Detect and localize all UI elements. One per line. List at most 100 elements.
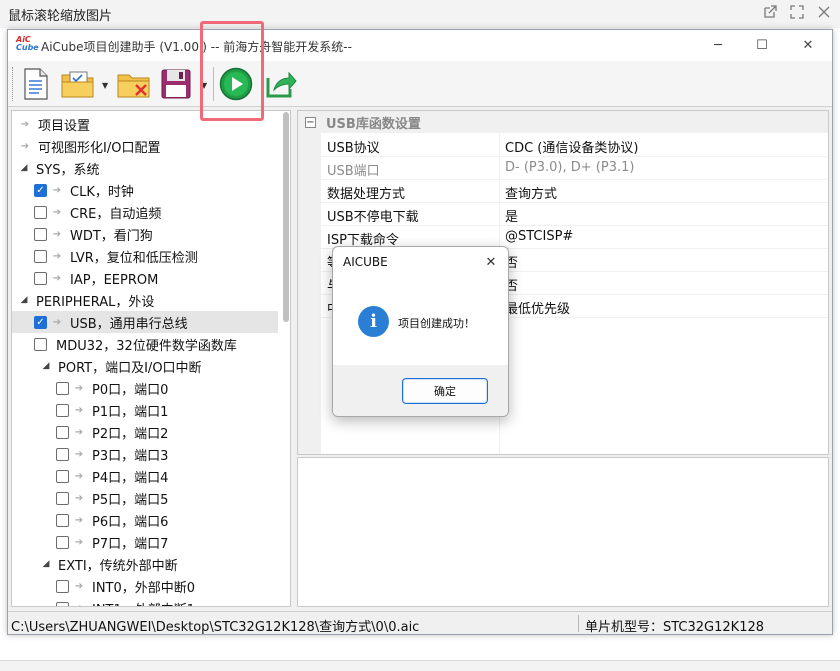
export-share-icon[interactable] bbox=[263, 66, 299, 102]
checkbox[interactable] bbox=[34, 271, 47, 285]
toolbar-grip[interactable] bbox=[12, 67, 15, 101]
tree-item[interactable]: ✓ ➔ USB，通用串行总线 bbox=[12, 311, 278, 333]
arrow-right-icon: ➔ bbox=[72, 603, 86, 607]
tree-item-label: MDU32，32位硬件数学函数库 bbox=[56, 338, 237, 354]
dialog-body: i 项目创建成功！ bbox=[333, 279, 508, 365]
checkbox[interactable] bbox=[56, 403, 69, 417]
new-document-icon[interactable] bbox=[18, 66, 54, 102]
tree-item[interactable]: ◢ PORT，端口及I/O口中断 bbox=[12, 355, 278, 377]
tree-item[interactable]: MDU32，32位硬件数学函数库 bbox=[12, 333, 278, 355]
arrow-right-icon: ➔ bbox=[20, 118, 30, 130]
dialog-footer: 确定 bbox=[333, 365, 508, 416]
property-value[interactable]: D- (P3.0), D+ (P3.1) bbox=[505, 160, 634, 175]
tree-item-label: SYS，系统 bbox=[36, 162, 100, 178]
property-value[interactable]: @STCISP# bbox=[505, 229, 573, 244]
chevron-down-icon[interactable]: ▼ bbox=[102, 81, 108, 90]
open-external-icon[interactable] bbox=[760, 2, 780, 22]
property-value[interactable]: CDC (通信设备类协议) bbox=[505, 137, 638, 156]
tree-item-label: P5口，端口5 bbox=[92, 492, 169, 508]
info-icon: i bbox=[358, 306, 389, 337]
tree-item[interactable]: ➔ WDT，看门狗 bbox=[12, 223, 278, 245]
property-name: USB不停电下载 bbox=[327, 210, 419, 225]
tree-item[interactable]: ➔ P7口，端口7 bbox=[12, 531, 278, 553]
property-value[interactable]: 最低优先级 bbox=[505, 298, 570, 317]
window-close-button[interactable]: ✕ bbox=[794, 34, 822, 56]
arrow-right-icon: ➔ bbox=[74, 580, 84, 592]
close-folder-icon[interactable] bbox=[116, 66, 152, 102]
expand-triangle-icon[interactable]: ◢ bbox=[40, 361, 52, 371]
expand-triangle-icon[interactable]: ◢ bbox=[18, 163, 30, 173]
checkbox[interactable] bbox=[34, 337, 47, 351]
tree-item[interactable]: ➔ IAP，EEPROM bbox=[12, 267, 278, 289]
tree-scrollbar[interactable] bbox=[283, 112, 289, 322]
tree-item[interactable]: ➔ INT1，外部中断1 bbox=[12, 597, 278, 607]
window-titlebar: AiC Cube AiCube项目创建助手 (V1.00i) -- 前海方舟智能… bbox=[8, 30, 832, 61]
maximize-button[interactable]: ☐ bbox=[748, 34, 776, 56]
property-row[interactable]: USB不停电下载 是 bbox=[321, 203, 828, 226]
arrow-right-icon: ➔ bbox=[52, 316, 62, 328]
checkbox[interactable] bbox=[56, 579, 69, 593]
property-row[interactable]: 数据处理方式 查询方式 bbox=[321, 180, 828, 203]
save-disk-icon[interactable] bbox=[158, 66, 194, 102]
tree-item[interactable]: ➔ P1口，端口1 bbox=[12, 399, 278, 421]
tree-item[interactable]: ✓ ➔ CLK，时钟 bbox=[12, 179, 278, 201]
checkbox[interactable] bbox=[56, 513, 69, 527]
ok-button[interactable]: 确定 bbox=[402, 378, 488, 404]
property-row[interactable]: USB端口 D- (P3.0), D+ (P3.1) bbox=[321, 157, 828, 180]
arrow-right-icon: ➔ bbox=[52, 228, 62, 240]
checkbox[interactable] bbox=[34, 227, 47, 241]
checkbox[interactable] bbox=[56, 447, 69, 461]
image-viewer-titlebar: 鼠标滚轮缩放图片 bbox=[0, 0, 840, 28]
status-separator bbox=[578, 615, 579, 632]
minimize-button[interactable]: ─ bbox=[704, 34, 732, 56]
tree-item[interactable]: ➔ P2口，端口2 bbox=[12, 421, 278, 443]
property-row[interactable]: USB协议 CDC (通信设备类协议) bbox=[321, 134, 828, 157]
expand-triangle-icon[interactable]: ◢ bbox=[40, 559, 52, 569]
arrow-right-icon: ➔ bbox=[74, 404, 84, 416]
tree-item[interactable]: ◢ SYS，系统 bbox=[12, 157, 278, 179]
tree-item[interactable]: ➔ P5口，端口5 bbox=[12, 487, 278, 509]
tree-item[interactable]: ◢ EXTI，传统外部中断 bbox=[12, 553, 278, 575]
image-viewer-bottom bbox=[0, 660, 840, 671]
close-icon[interactable] bbox=[814, 2, 834, 22]
property-value[interactable]: 是 bbox=[505, 206, 518, 225]
tree-item[interactable]: ➔ P4口，端口4 bbox=[12, 465, 278, 487]
checkbox[interactable] bbox=[34, 249, 47, 263]
image-viewer-title: 鼠标滚轮缩放图片 bbox=[8, 9, 113, 24]
arrow-right-icon: ➔ bbox=[74, 536, 84, 548]
tree-item[interactable]: ➔ INT0，外部中断0 bbox=[12, 575, 278, 597]
dialog-message: 项目创建成功！ bbox=[398, 317, 475, 330]
checkbox[interactable] bbox=[56, 535, 69, 549]
checkbox[interactable] bbox=[56, 601, 69, 606]
checkbox[interactable]: ✓ bbox=[34, 183, 47, 197]
tree-item[interactable]: ◢ PERIPHERAL，外设 bbox=[12, 289, 278, 311]
tree-item[interactable]: ➔ LVR，复位和低压检测 bbox=[12, 245, 278, 267]
property-description-pane bbox=[297, 457, 829, 607]
property-value[interactable]: 查询方式 bbox=[505, 183, 557, 202]
checkbox[interactable] bbox=[56, 469, 69, 483]
checkbox[interactable] bbox=[56, 381, 69, 395]
checkbox[interactable] bbox=[56, 425, 69, 439]
tree-item[interactable]: ➔ P3口，端口3 bbox=[12, 443, 278, 465]
tree-item-label: P7口，端口7 bbox=[92, 536, 169, 552]
dialog-close-button[interactable]: ✕ bbox=[480, 251, 502, 273]
checkbox[interactable] bbox=[56, 491, 69, 505]
tree-item[interactable]: ➔ 可视图形化I/O口配置 bbox=[12, 135, 278, 157]
tree-item-label: P2口，端口2 bbox=[92, 426, 169, 442]
module-tree[interactable]: ➔ 项目设置 ➔ 可视图形化I/O口配置 ◢ SYS，系统 ✓ ➔ CLK，时钟 ➔ CRE，自动追… bbox=[11, 110, 291, 607]
grid-category-usb[interactable]: − USB库函数设置 bbox=[298, 111, 828, 133]
tree-item-label: P0口，端口0 bbox=[92, 382, 169, 398]
arrow-right-icon: ➔ bbox=[52, 184, 62, 196]
tree-item[interactable]: ➔ P0口，端口0 bbox=[12, 377, 278, 399]
tree-item[interactable]: ➔ CRE，自动追频 bbox=[12, 201, 278, 223]
tree-item-label: P6口，端口6 bbox=[92, 514, 169, 530]
fullscreen-icon[interactable] bbox=[787, 2, 807, 22]
open-folder-icon[interactable] bbox=[60, 66, 96, 102]
property-name: USB端口 bbox=[327, 164, 380, 179]
expand-triangle-icon[interactable]: ◢ bbox=[18, 295, 30, 305]
tree-item[interactable]: ➔ P6口，端口6 bbox=[12, 509, 278, 531]
checkbox[interactable]: ✓ bbox=[34, 315, 47, 329]
tree-item-label: INT1，外部中断1 bbox=[92, 599, 195, 607]
collapse-icon[interactable]: − bbox=[305, 116, 316, 128]
checkbox[interactable] bbox=[34, 205, 47, 219]
